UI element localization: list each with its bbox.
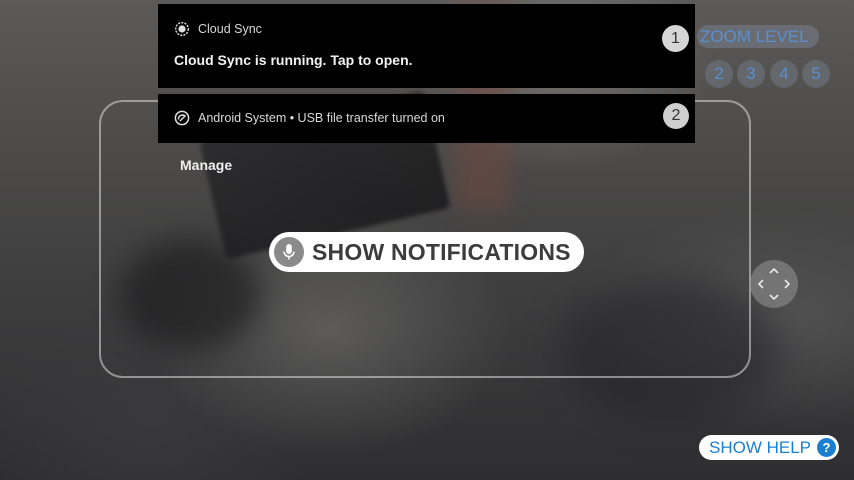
- help-question-icon: ?: [817, 438, 836, 457]
- microphone-icon: [274, 237, 304, 267]
- zoom-level-4-button[interactable]: 4: [770, 60, 798, 88]
- show-help-label: SHOW HELP: [709, 437, 812, 457]
- zoom-level-3-button[interactable]: 3: [737, 60, 765, 88]
- notification-header: Android System • USB file transfer turne…: [174, 110, 445, 126]
- pan-control[interactable]: [750, 260, 798, 308]
- android-system-icon: [174, 110, 190, 126]
- notification-android-system[interactable]: Android System • USB file transfer turne…: [158, 94, 695, 143]
- notification-number-badge: 2: [663, 103, 689, 129]
- zoom-level-2-button[interactable]: 2: [705, 60, 733, 88]
- show-notifications-label: SHOW NOTIFICATIONS: [312, 238, 571, 265]
- show-notifications-button[interactable]: SHOW NOTIFICATIONS: [269, 232, 584, 272]
- notification-app-name: Cloud Sync: [198, 22, 262, 36]
- manage-button[interactable]: Manage: [180, 157, 232, 173]
- notification-cloud-sync[interactable]: Cloud Sync Cloud Sync is running. Tap to…: [158, 4, 695, 88]
- zoom-level-5-button[interactable]: 5: [802, 60, 830, 88]
- pan-arrows-icon: [757, 267, 791, 301]
- notification-number-badge: 1: [662, 25, 689, 52]
- show-help-button[interactable]: SHOW HELP ?: [699, 435, 839, 460]
- notification-app-name: Android System • USB file transfer turne…: [198, 111, 445, 125]
- zoom-level-label: ZOOM LEVEL: [697, 25, 819, 48]
- notification-header: Cloud Sync: [174, 21, 262, 37]
- cloud-sync-icon: [174, 21, 190, 37]
- notification-body: Cloud Sync is running. Tap to open.: [174, 52, 413, 68]
